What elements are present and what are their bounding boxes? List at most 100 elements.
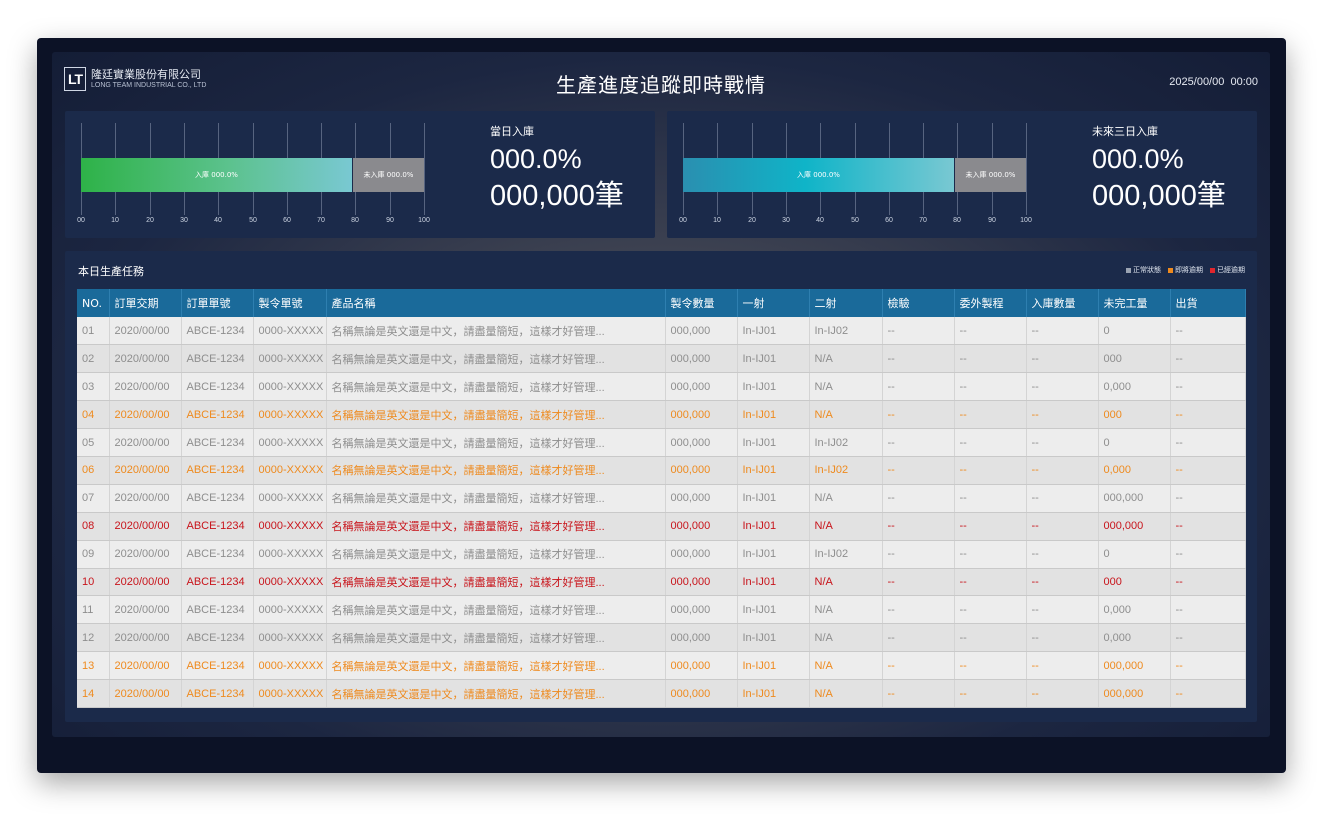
cell-inbound-qty: -- <box>1026 651 1099 681</box>
cell-order-qty: 000,000 <box>665 344 738 374</box>
axis-tick-label: 20 <box>748 217 756 224</box>
cell-work-order-no: 0000-XXXXX <box>253 540 327 569</box>
cell-shipping: -- <box>1170 623 1246 653</box>
gridline <box>1026 123 1027 215</box>
table-row[interactable]: 11 2020/00/00 ABCE-1234 0000-XXXXX 名稱無論是英文還是… <box>77 595 1246 625</box>
cell-inbound-qty: -- <box>1026 623 1099 653</box>
cell-unfinished-qty: 0 <box>1098 317 1171 346</box>
cell-second-shot: N/A <box>809 400 883 430</box>
cell-first-shot: In-IJ01 <box>737 456 810 485</box>
table-row[interactable]: 07 2020/00/00 ABCE-1234 0000-XXXXX 名稱無論是英文還是… <box>77 484 1246 513</box>
cell-second-shot: In-IJ02 <box>809 428 883 457</box>
cell-inbound-qty: -- <box>1026 568 1099 597</box>
cell-order-due: 2020/00/00 <box>109 456 182 485</box>
axis-tick-label: 100 <box>1020 217 1032 224</box>
cell-first-shot: In-IJ01 <box>737 651 810 681</box>
cell-first-shot: In-IJ01 <box>737 512 810 541</box>
cell-second-shot: N/A <box>809 344 883 374</box>
table-row[interactable]: 04 2020/00/00 ABCE-1234 0000-XXXXX 名稱無論是英文還是… <box>77 400 1246 430</box>
table-row[interactable]: 10 2020/00/00 ABCE-1234 0000-XXXXX 名稱無論是英文還是… <box>77 568 1246 597</box>
cell-second-shot: N/A <box>809 372 883 402</box>
cell-first-shot: In-IJ01 <box>737 372 810 402</box>
cell-order-no: ABCE-1234 <box>181 595 254 625</box>
cell-order-due: 2020/00/00 <box>109 428 182 457</box>
table-header-row: NO. 訂單交期 訂單單號 製令單號 產品名稱 製令數量 一射 二射 檢驗 委外… <box>77 289 1246 317</box>
cell-inspection: -- <box>882 651 955 681</box>
cell-first-shot: In-IJ01 <box>737 623 810 653</box>
cell-order-no: ABCE-1234 <box>181 484 254 513</box>
cell-product-name: 名稱無論是英文還是中文，請盡量簡短，這樣才好管理... <box>326 651 666 681</box>
cell-order-qty: 000,000 <box>665 651 738 681</box>
cell-unfinished-qty: 000 <box>1098 400 1171 430</box>
axis-tick-label: 40 <box>816 217 824 224</box>
table-row[interactable]: 02 2020/00/00 ABCE-1234 0000-XXXXX 名稱無論是英文還是… <box>77 344 1246 374</box>
cell-no: 04 <box>77 400 110 430</box>
cell-second-shot: In-IJ02 <box>809 317 883 346</box>
cell-inbound-qty: -- <box>1026 484 1099 513</box>
axis-tick-label: 00 <box>679 217 687 224</box>
inbound-remaining-bar: 未入庫 000.0% <box>353 158 424 192</box>
cell-work-order-no: 0000-XXXXX <box>253 484 327 513</box>
cell-shipping: -- <box>1170 679 1246 708</box>
cell-order-due: 2020/00/00 <box>109 679 182 708</box>
cell-no: 13 <box>77 651 110 681</box>
table-row[interactable]: 09 2020/00/00 ABCE-1234 0000-XXXXX 名稱無論是英文還是… <box>77 540 1246 569</box>
cell-shipping: -- <box>1170 344 1246 374</box>
legend-due-soon-label: 即將逾期 <box>1175 266 1203 274</box>
cell-inspection: -- <box>882 623 955 653</box>
cell-second-shot: N/A <box>809 568 883 597</box>
cell-order-no: ABCE-1234 <box>181 540 254 569</box>
cell-order-due: 2020/00/00 <box>109 317 182 346</box>
cell-product-name: 名稱無論是英文還是中文，請盡量簡短，這樣才好管理... <box>326 679 666 708</box>
cell-outsourcing: -- <box>954 540 1027 569</box>
three-day-inbound-progress-chart: 00 10 20 30 40 50 60 70 80 90 100 入庫 000.0% 未入庫 000.… <box>679 123 1032 228</box>
cell-order-no: ABCE-1234 <box>181 344 254 374</box>
table-row[interactable]: 05 2020/00/00 ABCE-1234 0000-XXXXX 名稱無論是英文還是… <box>77 428 1246 457</box>
cell-unfinished-qty: 000,000 <box>1098 512 1171 541</box>
cell-outsourcing: -- <box>954 456 1027 485</box>
table-row[interactable]: 08 2020/00/00 ABCE-1234 0000-XXXXX 名稱無論是英文還是… <box>77 512 1246 541</box>
daily-inbound-percent: 000.0% <box>490 144 582 174</box>
cell-inspection: -- <box>882 568 955 597</box>
cell-unfinished-qty: 000,000 <box>1098 484 1171 513</box>
cell-no: 14 <box>77 679 110 708</box>
table-row[interactable]: 06 2020/00/00 ABCE-1234 0000-XXXXX 名稱無論是英文還是… <box>77 456 1246 485</box>
cell-order-due: 2020/00/00 <box>109 568 182 597</box>
table-row[interactable]: 01 2020/00/00 ABCE-1234 0000-XXXXX 名稱無論是英文還是… <box>77 317 1246 346</box>
table-row[interactable]: 14 2020/00/00 ABCE-1234 0000-XXXXX 名稱無論是英文還是… <box>77 679 1246 708</box>
column-header-order-due: 訂單交期 <box>109 289 182 317</box>
cell-order-no: ABCE-1234 <box>181 372 254 402</box>
cell-first-shot: In-IJ01 <box>737 595 810 625</box>
cell-inspection: -- <box>882 372 955 402</box>
cell-product-name: 名稱無論是英文還是中文，請盡量簡短，這樣才好管理... <box>326 372 666 402</box>
axis-tick-label: 10 <box>111 217 119 224</box>
cell-unfinished-qty: 000 <box>1098 568 1171 597</box>
cell-product-name: 名稱無論是英文還是中文，請盡量簡短，這樣才好管理... <box>326 456 666 485</box>
cell-product-name: 名稱無論是英文還是中文，請盡量簡短，這樣才好管理... <box>326 428 666 457</box>
cell-work-order-no: 0000-XXXXX <box>253 623 327 653</box>
cell-inbound-qty: -- <box>1026 344 1099 374</box>
column-header-order-qty: 製令數量 <box>665 289 738 317</box>
cell-inspection: -- <box>882 400 955 430</box>
cell-inbound-qty: -- <box>1026 372 1099 402</box>
cell-work-order-no: 0000-XXXXX <box>253 456 327 485</box>
cell-product-name: 名稱無論是英文還是中文，請盡量簡短，這樣才好管理... <box>326 595 666 625</box>
cell-first-shot: In-IJ01 <box>737 344 810 374</box>
production-tasks-title: 本日生產任務 <box>78 265 144 278</box>
cell-no: 08 <box>77 512 110 541</box>
cell-inbound-qty: -- <box>1026 456 1099 485</box>
cell-order-qty: 000,000 <box>665 595 738 625</box>
cell-shipping: -- <box>1170 595 1246 625</box>
column-header-second-shot: 二射 <box>809 289 883 317</box>
legend-overdue-label: 已經逾期 <box>1217 266 1245 274</box>
column-header-no: NO. <box>77 289 110 317</box>
axis-tick-label: 90 <box>386 217 394 224</box>
table-row[interactable]: 12 2020/00/00 ABCE-1234 0000-XXXXX 名稱無論是英文還是… <box>77 623 1246 653</box>
table-row[interactable]: 03 2020/00/00 ABCE-1234 0000-XXXXX 名稱無論是英文還是… <box>77 372 1246 402</box>
cell-unfinished-qty: 000,000 <box>1098 651 1171 681</box>
cell-unfinished-qty: 0 <box>1098 540 1171 569</box>
table-row[interactable]: 13 2020/00/00 ABCE-1234 0000-XXXXX 名稱無論是英文還是… <box>77 651 1246 681</box>
cell-inbound-qty: -- <box>1026 679 1099 708</box>
inbound-done-bar: 入庫 000.0% <box>683 158 954 192</box>
axis-tick-label: 00 <box>77 217 85 224</box>
